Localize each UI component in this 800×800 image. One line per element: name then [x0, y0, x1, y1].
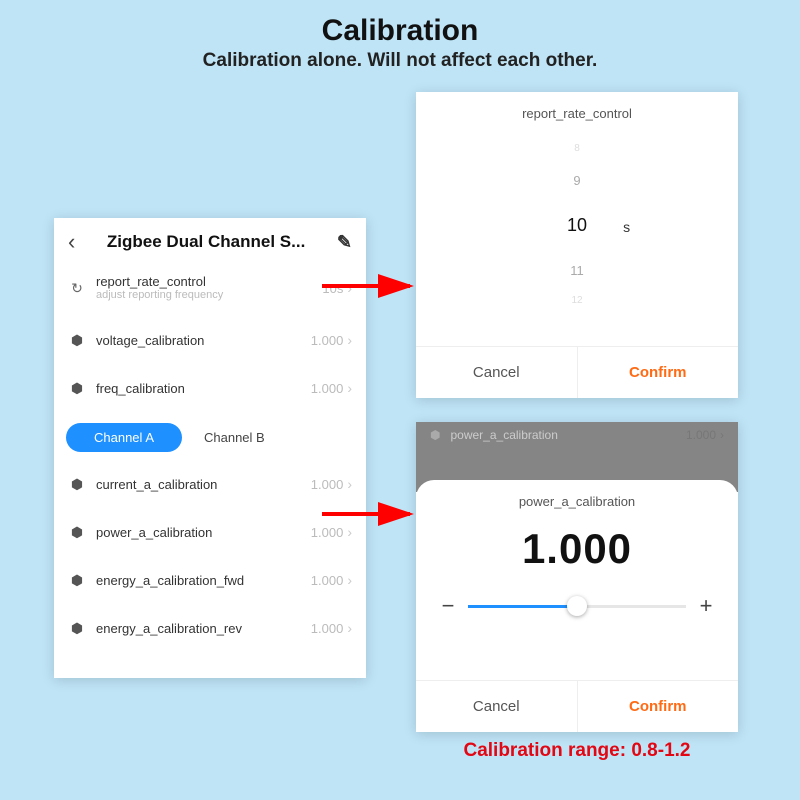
page-subtitle: Calibration alone. Will not affect each …	[0, 50, 800, 72]
picker-title: report_rate_control	[416, 92, 738, 127]
chevron-right-icon: ›	[347, 332, 352, 348]
bg-row-value: 1.000	[686, 428, 716, 442]
row-label: voltage_calibration	[96, 333, 204, 348]
hex-icon: ⬢	[430, 428, 440, 442]
row-value: 1.000	[311, 621, 344, 636]
row-energy-a-rev[interactable]: energy_a_calibration_rev 1.000 ›	[54, 604, 366, 652]
arrow-icon	[322, 504, 422, 524]
bg-row-label: power_a_calibration	[450, 428, 685, 442]
tab-channel-a[interactable]: Channel A	[66, 423, 182, 452]
plus-button[interactable]: +	[696, 593, 716, 619]
row-label: current_a_calibration	[96, 477, 217, 492]
row-label: freq_calibration	[96, 381, 185, 396]
slider-track[interactable]	[468, 605, 686, 608]
row-report-rate[interactable]: ↻ report_rate_control adjust reporting f…	[54, 260, 366, 316]
picker-wheel[interactable]: 8 9 10 s 11 12	[416, 127, 738, 346]
chevron-right-icon: ›	[347, 524, 352, 540]
page-title: Calibration	[0, 0, 800, 48]
confirm-button[interactable]: Confirm	[578, 681, 739, 732]
row-value: 1.000	[311, 525, 344, 540]
cancel-button[interactable]: Cancel	[416, 681, 578, 732]
back-icon[interactable]: ‹	[64, 229, 79, 255]
picker-option[interactable]: 11	[416, 263, 738, 278]
row-freq-calibration[interactable]: freq_calibration 1.000 ›	[54, 364, 366, 412]
channel-tabs: Channel A Channel B	[54, 412, 366, 460]
picker-option[interactable]: 9	[416, 173, 738, 188]
row-value: 1.000	[311, 333, 344, 348]
picker-unit: s	[623, 219, 630, 235]
row-energy-a-fwd[interactable]: energy_a_calibration_fwd 1.000 ›	[54, 556, 366, 604]
chevron-right-icon: ›	[720, 428, 724, 442]
hex-icon	[68, 331, 86, 349]
hex-icon	[68, 475, 86, 493]
row-label: energy_a_calibration_fwd	[96, 573, 244, 588]
bg-row-power-a: ⬢ power_a_calibration 1.000 ›	[416, 428, 738, 442]
row-label: report_rate_control	[96, 274, 322, 289]
calibration-slider[interactable]: − +	[416, 593, 738, 619]
chevron-right-icon: ›	[347, 620, 352, 636]
row-current-a-calibration[interactable]: current_a_calibration 1.000 ›	[54, 460, 366, 508]
hex-icon	[68, 523, 86, 541]
chevron-right-icon: ›	[347, 476, 352, 492]
slider-thumb[interactable]	[567, 596, 587, 616]
row-value: 1.000	[311, 477, 344, 492]
row-sublabel: adjust reporting frequency	[96, 289, 322, 301]
row-voltage-calibration[interactable]: voltage_calibration 1.000 ›	[54, 316, 366, 364]
arrow-icon	[322, 276, 422, 296]
chevron-right-icon: ›	[347, 572, 352, 588]
range-note: Calibration range: 0.8-1.2	[416, 740, 738, 762]
tab-channel-b[interactable]: Channel B	[194, 423, 293, 452]
calibration-value: 1.000	[416, 525, 738, 573]
chevron-right-icon: ›	[347, 380, 352, 396]
hex-icon	[68, 571, 86, 589]
refresh-icon: ↻	[68, 279, 86, 297]
settings-screen: ‹ Zigbee Dual Channel S... ✎ ↻ report_ra…	[54, 218, 366, 678]
row-label: energy_a_calibration_rev	[96, 621, 242, 636]
edit-icon[interactable]: ✎	[333, 232, 356, 253]
row-power-a-calibration[interactable]: power_a_calibration 1.000 ›	[54, 508, 366, 556]
sheet-title: power_a_calibration	[416, 480, 738, 513]
minus-button[interactable]: −	[438, 593, 458, 619]
picker-selected[interactable]: 10	[416, 215, 738, 236]
report-rate-picker: report_rate_control 8 9 10 s 11 12 Cance…	[416, 92, 738, 398]
screen-title: Zigbee Dual Channel S...	[79, 232, 333, 252]
row-value: 1.000	[311, 381, 344, 396]
hex-icon	[68, 379, 86, 397]
hex-icon	[68, 619, 86, 637]
row-value: 1.000	[311, 573, 344, 588]
picker-option[interactable]: 8	[416, 143, 738, 154]
cancel-button[interactable]: Cancel	[416, 347, 578, 398]
confirm-button[interactable]: Confirm	[578, 347, 739, 398]
row-label: power_a_calibration	[96, 525, 212, 540]
picker-option[interactable]: 12	[416, 295, 738, 306]
power-calibration-sheet: ⬢ power_a_calibration 1.000 › power_a_ca…	[416, 422, 738, 732]
